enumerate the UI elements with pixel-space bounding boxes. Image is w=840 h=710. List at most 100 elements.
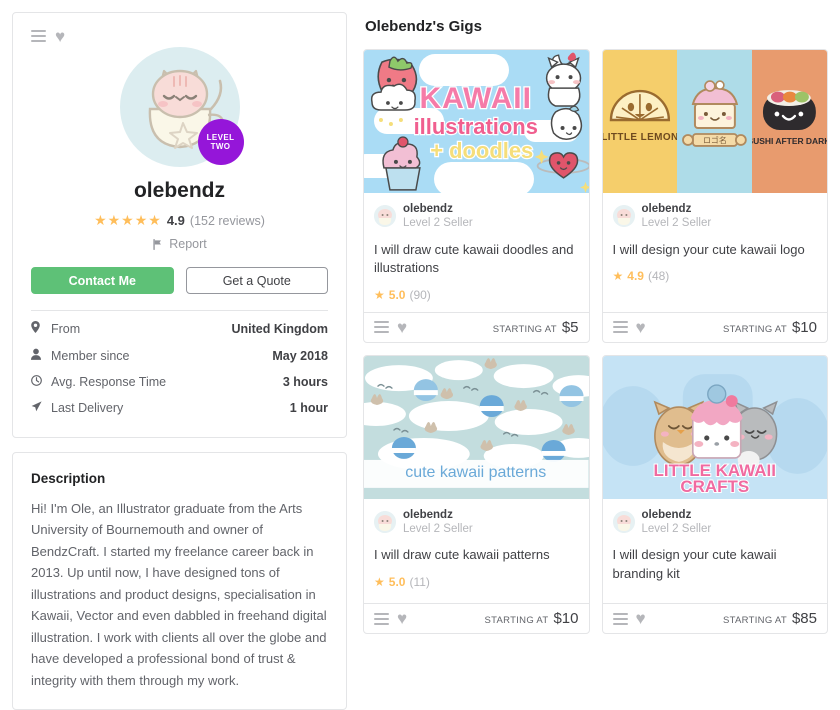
clock-icon: [31, 375, 51, 389]
gig-thumbnail-branding-kit[interactable]: LITTLE KAWAII CRAFTS: [602, 355, 827, 499]
gig-rating: ★ 5.0 (11): [374, 575, 579, 589]
stat-value: 3 hours: [282, 375, 328, 389]
hamburger-icon[interactable]: [612, 612, 628, 625]
gig-rating: ★ 5.0 (90): [374, 288, 579, 302]
level-badge-line1: LEVEL: [206, 132, 235, 142]
gig-footer: ♥ STARTING AT $10: [364, 603, 589, 633]
starting-at-label: STARTING AT: [492, 323, 557, 335]
stat-label: From: [51, 321, 81, 336]
gig-title[interactable]: I will design your cute kawaii branding …: [613, 546, 818, 583]
rating-count: (152 reviews): [189, 213, 265, 228]
svg-text:+ doodles: + doodles: [430, 138, 533, 163]
gig-seller[interactable]: olebendz Level 2 Seller: [374, 508, 579, 537]
stat-value: United Kingdom: [231, 321, 328, 336]
level-badge-line2: TWO: [210, 142, 231, 151]
gig-footer: ♥ STARTING AT $10: [602, 311, 827, 342]
star-rating-icon: ★★★★★: [94, 212, 162, 228]
kawaii-doodles-art: KAWAII illustrations + doodles: [370, 52, 589, 193]
little-kawaii-crafts-art: LITTLE KAWAII CRAFTS: [602, 373, 827, 497]
report-button[interactable]: Report: [31, 237, 328, 251]
gig-footer-actions: ♥: [374, 319, 407, 336]
gig-card[interactable]: KAWAII illustrations + doodles olebendz …: [363, 49, 590, 343]
gig-card[interactable]: LITTLE KAWAII CRAFTS olebendz Level 2 Se…: [601, 354, 828, 635]
svg-text:CRAFTS: CRAFTS: [680, 477, 749, 496]
divider: [31, 310, 328, 311]
profile-sidebar: ♥ LEVEL TWO olebendz ★★★★★ 4.9 (152 revi…: [12, 12, 347, 710]
seller-avatar: [612, 205, 635, 228]
gig-seller[interactable]: olebendz Level 2 Seller: [612, 508, 818, 537]
stat-last-delivery: Last Delivery 1 hour: [31, 395, 328, 421]
starting-at-label: STARTING AT: [484, 615, 549, 627]
gig-card[interactable]: cute kawaii patterns olebendz Level 2 Se…: [363, 354, 590, 635]
gig-seller[interactable]: olebendz Level 2 Seller: [374, 202, 579, 231]
gig-price: STARTING AT $5: [493, 319, 579, 336]
gig-body: olebendz Level 2 Seller I will draw cute…: [364, 193, 589, 302]
flag-icon: [153, 238, 162, 250]
star-icon: ★: [374, 574, 385, 589]
price-value: $10: [791, 318, 817, 336]
gig-title[interactable]: I will draw cute kawaii doodles and illu…: [374, 241, 579, 278]
hamburger-icon[interactable]: [31, 30, 46, 42]
seller-level: Level 2 Seller: [641, 217, 712, 230]
price-value: $5: [561, 318, 579, 336]
starting-at-label: STARTING AT: [722, 615, 787, 627]
seller-name: olebendz: [641, 203, 692, 215]
hamburger-icon[interactable]: [374, 612, 389, 625]
seller-name: olebendz: [403, 203, 453, 215]
price-value: $85: [791, 610, 817, 628]
starting-at-label: STARTING AT: [722, 323, 787, 335]
person-icon: [31, 348, 51, 363]
svg-text:cute kawaii patterns: cute kawaii patterns: [405, 464, 546, 481]
star-icon: ★: [374, 287, 385, 302]
cloud-face-icon: [370, 83, 416, 126]
gig-rating: ★ 4.9 (48): [613, 269, 818, 283]
gig-rating-count: (90): [409, 287, 431, 302]
heart-planet-icon: [534, 149, 589, 193]
seller-avatar: [612, 511, 635, 534]
stat-label: Last Delivery: [51, 401, 124, 415]
heart-icon[interactable]: ♥: [55, 28, 65, 45]
svg-text:LITTLE LEMON: LITTLE LEMON: [603, 132, 678, 143]
page-root: ♥ LEVEL TWO olebendz ★★★★★ 4.9 (152 revi…: [0, 0, 840, 710]
profile-card: ♥ LEVEL TWO olebendz ★★★★★ 4.9 (152 revi…: [12, 12, 347, 438]
description-title: Description: [31, 471, 106, 486]
gig-title[interactable]: I will design your cute kawaii logo: [613, 241, 818, 259]
gig-price: STARTING AT $85: [723, 610, 817, 627]
logo-panel-sushi: SUSHI AFTER DARK: [752, 50, 827, 193]
gig-rating-count: (11): [409, 574, 430, 589]
stat-member-since: Member since May 2018: [31, 342, 328, 369]
kawaii-patterns-art: cute kawaii patterns: [364, 357, 589, 488]
gig-seller[interactable]: olebendz Level 2 Seller: [612, 202, 818, 231]
cat-face-icon: [545, 52, 582, 107]
gig-footer-actions: ♥: [374, 610, 407, 627]
page-title: olebendz: [133, 179, 225, 202]
stat-value: 1 hour: [289, 401, 328, 415]
stat-value: May 2018: [272, 348, 328, 363]
gig-footer-actions: ♥: [612, 610, 646, 627]
get-a-quote-button[interactable]: Get a Quote: [185, 267, 328, 294]
heart-icon[interactable]: ♥: [636, 319, 646, 336]
profile-card-actions: ♥: [31, 27, 328, 45]
svg-text:KAWAII: KAWAII: [420, 82, 532, 115]
heart-icon[interactable]: ♥: [397, 610, 407, 627]
gig-price: STARTING AT $10: [484, 610, 578, 627]
stat-label: Avg. Response Time: [51, 375, 167, 389]
gig-thumbnail-kawaii-patterns[interactable]: cute kawaii patterns: [364, 355, 589, 499]
avatar[interactable]: LEVEL TWO: [119, 47, 244, 167]
gig-thumbnail-kawaii-illustrations[interactable]: KAWAII illustrations + doodles: [364, 50, 589, 193]
heart-icon[interactable]: ♥: [636, 610, 646, 627]
svg-text:SUSHI AFTER DARK: SUSHI AFTER DARK: [752, 136, 827, 146]
gig-rating-count: (48): [647, 269, 670, 284]
level-badge: LEVEL TWO: [197, 119, 244, 165]
hamburger-icon[interactable]: [374, 321, 389, 334]
gig-card[interactable]: LITTLE LEMON ロゴ名 SUSHI AFTER DARK oleben…: [601, 49, 828, 343]
gig-body: olebendz Level 2 Seller I will draw cute…: [364, 499, 589, 594]
hamburger-icon[interactable]: [612, 321, 628, 334]
contact-me-button[interactable]: Contact Me: [31, 267, 174, 294]
gig-rating-value: 4.9: [627, 269, 644, 284]
gig-thumbnail-kawaii-logo[interactable]: LITTLE LEMON ロゴ名 SUSHI AFTER DARK: [602, 50, 828, 193]
gig-title[interactable]: I will draw cute kawaii patterns: [374, 546, 579, 564]
heart-icon[interactable]: ♥: [397, 319, 407, 336]
seller-name: olebendz: [403, 508, 453, 521]
send-icon: [31, 401, 51, 415]
